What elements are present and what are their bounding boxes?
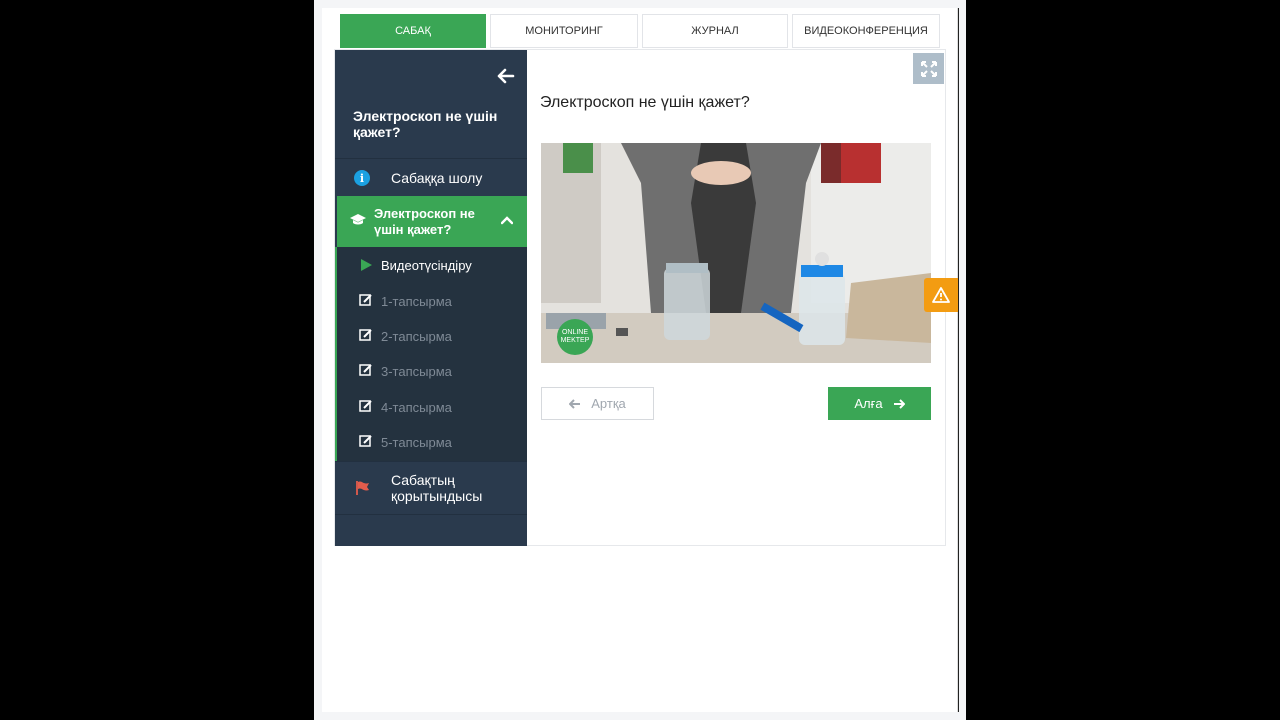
back-arrow-icon[interactable] — [497, 68, 515, 84]
sub-item-label: 3-тапсырма — [381, 364, 452, 379]
fullscreen-button[interactable] — [913, 53, 944, 84]
divider — [335, 158, 527, 159]
back-button-label: Артқа — [591, 396, 626, 411]
next-button-label: Алға — [854, 396, 883, 411]
edit-icon — [359, 435, 372, 447]
lesson-card: Электроскоп не үшін қажет? i Сабаққа шол… — [334, 49, 946, 546]
sidebar-item-overview[interactable]: i Сабаққа шолу — [335, 160, 527, 196]
flag-icon — [356, 481, 369, 495]
arrow-right-icon — [893, 398, 905, 409]
sidebar-item-active-section[interactable]: Электроскоп не үшін қажет? — [337, 196, 527, 247]
divider — [335, 514, 527, 515]
play-icon — [361, 259, 372, 271]
graduation-cap-icon — [350, 214, 366, 225]
arrow-left-icon — [569, 398, 581, 409]
expand-icon — [920, 60, 937, 77]
warning-icon — [932, 287, 950, 303]
page-border-line — [958, 8, 959, 712]
sidebar-item-label: Сабаққа шолу — [391, 170, 483, 186]
back-button[interactable]: Артқа — [541, 387, 654, 420]
report-issue-button[interactable] — [924, 278, 958, 312]
active-section-label: Электроскоп не үшін қажет? — [374, 206, 475, 237]
sub-item-label: 1-тапсырма — [381, 294, 452, 309]
video-logo: ONLINE MEKTEP — [557, 319, 593, 355]
next-button[interactable]: Алға — [828, 387, 931, 420]
tab-sabaq[interactable]: САБАҚ — [340, 14, 486, 48]
video-frame — [541, 143, 931, 363]
sidebar-item-conclusion[interactable]: Сабақтың қорытындысы — [335, 462, 527, 514]
edit-icon — [359, 364, 372, 376]
sub-item-label: Видеотүсіндіру — [381, 258, 472, 273]
sub-items-list: Видеотүсіндіру 1-тапсырма 2-тапсырма 3-т… — [335, 247, 527, 461]
sub-item-label: 2-тапсырма — [381, 329, 452, 344]
edit-icon — [359, 329, 372, 341]
sub-item-label: 5-тапсырма — [381, 435, 452, 450]
video-player[interactable]: ONLINE MEKTEP — [541, 143, 931, 363]
top-tabs: САБАҚ МОНИТОРИНГ ЖУРНАЛ ВИДЕОКОНФЕРЕНЦИЯ — [340, 14, 940, 48]
info-icon: i — [354, 170, 370, 186]
edit-icon — [359, 294, 372, 306]
tab-journal[interactable]: ЖУРНАЛ — [642, 14, 788, 48]
edit-icon — [359, 400, 372, 412]
tab-videoconference[interactable]: ВИДЕОКОНФЕРЕНЦИЯ — [792, 14, 940, 48]
sidebar-title: Электроскоп не үшін қажет? — [353, 108, 498, 140]
tab-monitoring[interactable]: МОНИТОРИНГ — [490, 14, 638, 48]
content-title: Электроскоп не үшін қажет? — [540, 94, 750, 111]
chevron-up-icon[interactable] — [501, 216, 513, 225]
lesson-sidebar: Электроскоп не үшін қажет? i Сабаққа шол… — [335, 50, 527, 546]
sidebar-item-label: Сабақтың қорытындысы — [391, 472, 483, 504]
sub-item-label: 4-тапсырма — [381, 400, 452, 415]
